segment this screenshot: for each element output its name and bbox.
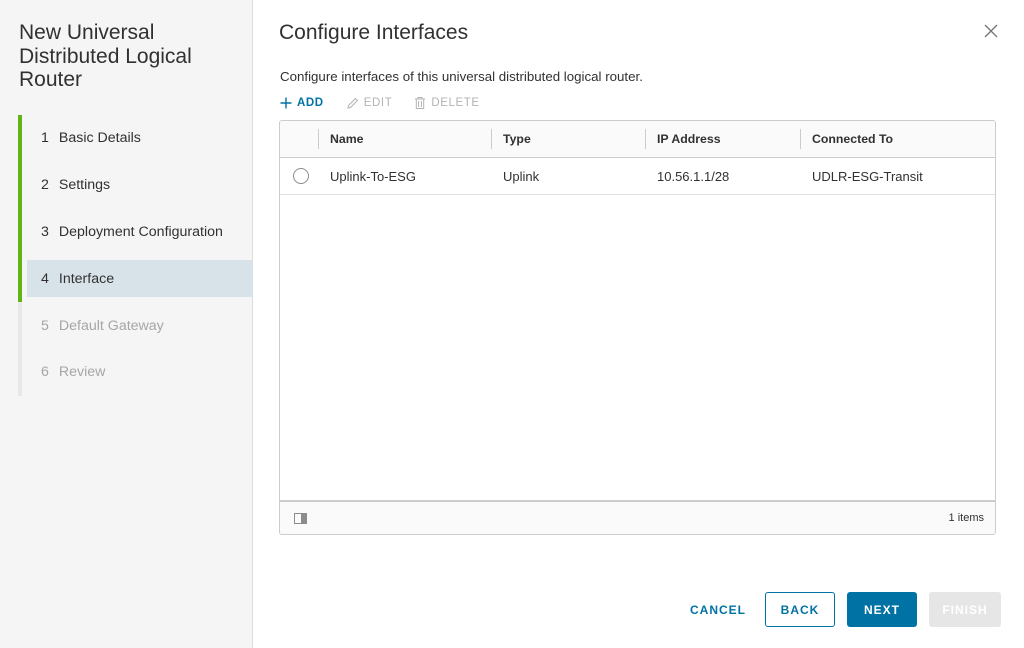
- page-title: Configure Interfaces: [279, 21, 469, 44]
- table-row[interactable]: Uplink-To-ESG Uplink 10.56.1.1/28 UDLR-E…: [280, 158, 995, 195]
- cell-connected-to: UDLR-ESG-Transit: [812, 168, 923, 184]
- step-interface[interactable]: 4 Interface: [18, 255, 253, 303]
- step-default-gateway: 5 Default Gateway: [18, 302, 253, 349]
- step-number: 1: [41, 130, 49, 147]
- page-description: Configure interfaces of this universal d…: [280, 69, 643, 84]
- pencil-icon: [347, 97, 358, 109]
- back-button[interactable]: BACK: [765, 592, 835, 627]
- edit-label: EDIT: [363, 97, 393, 109]
- wizard-steps: 1 Basic Details 2 Settings 3 Deployment …: [18, 115, 253, 396]
- cell-name: Uplink-To-ESG: [330, 168, 416, 184]
- cancel-button[interactable]: CANCEL: [680, 592, 756, 627]
- plus-icon: [280, 97, 292, 109]
- step-number: 6: [41, 364, 49, 381]
- cell-ip-address: 10.56.1.1/28: [657, 168, 730, 184]
- step-label: Settings: [58, 177, 111, 194]
- interfaces-datagrid: Name Type IP Address Connected To Uplink…: [279, 120, 996, 535]
- column-toggle-icon[interactable]: [294, 512, 308, 524]
- row-select-cell: [280, 158, 318, 194]
- row-radio-button[interactable]: [293, 168, 309, 184]
- column-header-name[interactable]: Name: [318, 121, 491, 157]
- grid-toolbar: ADD EDIT DELETE: [280, 94, 502, 112]
- step-review: 6 Review: [18, 348, 253, 396]
- next-button[interactable]: NEXT: [847, 592, 917, 627]
- wizard-sidebar: New Universal Distributed Logical Router…: [0, 0, 253, 648]
- step-deployment-configuration[interactable]: 3 Deployment Configuration: [18, 208, 253, 256]
- wizard-title: New Universal Distributed Logical Router: [19, 21, 192, 91]
- step-number: 3: [41, 223, 49, 240]
- step-number: 2: [41, 177, 49, 194]
- column-header-connected-to[interactable]: Connected To: [800, 121, 995, 157]
- wizard-content: Configure Interfaces Configure interface…: [253, 0, 1024, 648]
- finish-button[interactable]: FINISH: [929, 592, 1001, 627]
- step-number: 5: [41, 317, 49, 334]
- add-button[interactable]: ADD: [280, 97, 324, 109]
- item-count: 1 items: [948, 512, 984, 524]
- grid-header: Name Type IP Address Connected To: [280, 121, 995, 158]
- column-header-type[interactable]: Type: [491, 121, 645, 157]
- delete-button[interactable]: DELETE: [414, 96, 479, 110]
- step-settings[interactable]: 2 Settings: [18, 161, 253, 209]
- step-basic-details[interactable]: 1 Basic Details: [18, 115, 253, 162]
- trash-icon: [415, 97, 426, 109]
- select-column-header: [280, 121, 318, 157]
- close-icon[interactable]: [982, 22, 1000, 40]
- column-header-ip-address[interactable]: IP Address: [645, 121, 800, 157]
- edit-button[interactable]: EDIT: [346, 97, 393, 110]
- step-number: 4: [41, 270, 49, 287]
- step-label: Basic Details: [58, 130, 141, 147]
- step-label: Interface: [58, 270, 115, 287]
- grid-footer: 1 items: [280, 500, 995, 534]
- step-label: Review: [58, 364, 106, 381]
- step-label: Deployment Configuration: [58, 223, 223, 240]
- step-label: Default Gateway: [58, 317, 164, 334]
- add-label: ADD: [297, 97, 324, 109]
- delete-label: DELETE: [431, 97, 480, 109]
- cell-type: Uplink: [503, 168, 540, 184]
